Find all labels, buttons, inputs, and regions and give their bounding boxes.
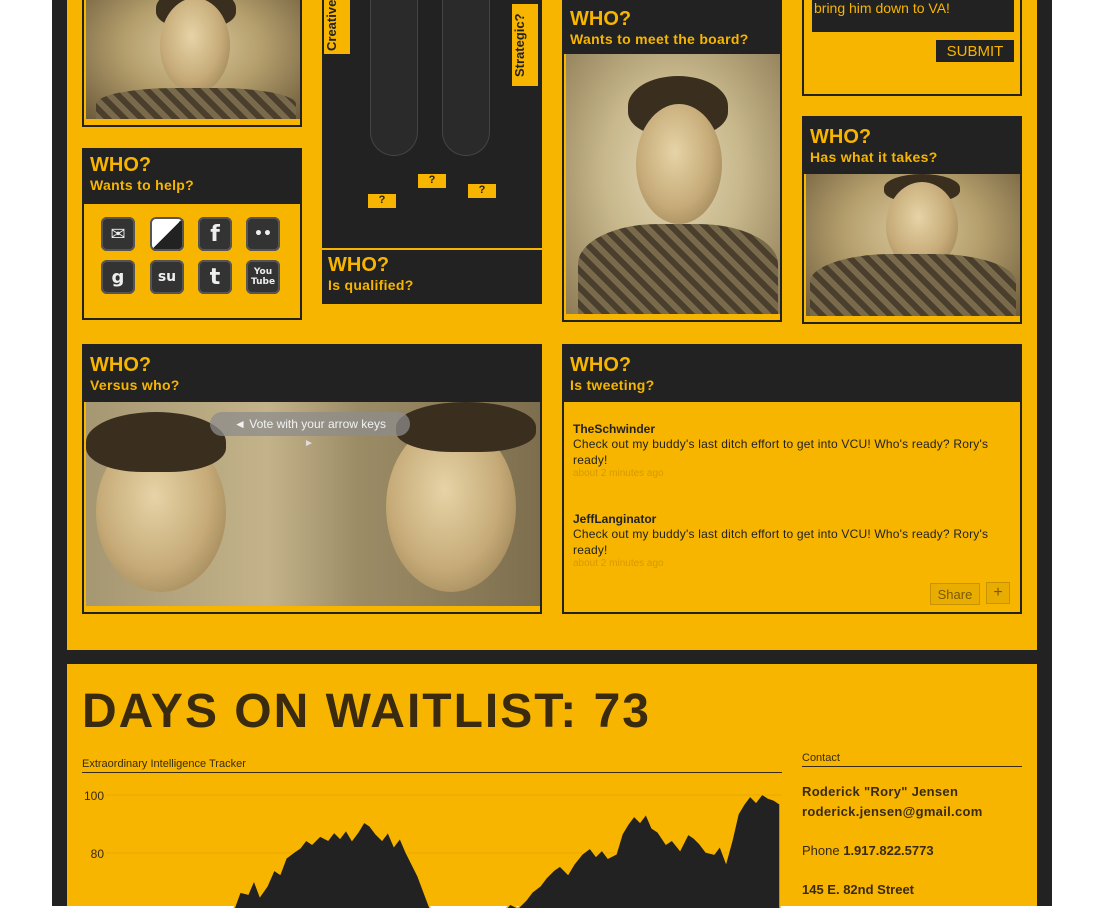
waitlist-title: DAYS ON WAITLIST: 73 (82, 685, 651, 738)
contact-phone-label: Phone (802, 843, 840, 858)
takes-header: WHO? Has what it takes? (804, 118, 1020, 174)
submit-box: bring him down to VA! SUBMIT (802, 0, 1022, 96)
takes-photo (806, 174, 1020, 316)
tweeting-who: WHO? (570, 354, 632, 376)
versus-subtitle: Versus who? (90, 377, 180, 393)
tweet-user[interactable]: JeffLanginator (573, 512, 993, 526)
contact-name: Roderick "Rory" Jensen (802, 784, 959, 799)
stumbleupon-icon[interactable]: su (150, 260, 184, 294)
tweet-time[interactable]: about 2 minutes ago (573, 468, 993, 479)
help-header: WHO? Wants to help? (84, 150, 300, 204)
profile-photo (86, 0, 300, 119)
tweet-text: Check out my buddy's last ditch effort t… (573, 527, 989, 557)
strategic-label: Strategic? (512, 4, 538, 86)
facebook-icon[interactable]: f (198, 217, 232, 251)
q-tag-1: ? (368, 194, 396, 208)
takes-box: WHO? Has what it takes? (802, 116, 1022, 324)
tweeting-subtitle: Is tweeting? (570, 377, 655, 393)
help-subtitle: Wants to help? (90, 177, 195, 193)
share-button[interactable]: Share (930, 583, 980, 605)
vote-arrow-right[interactable]: ► (304, 438, 314, 449)
contact-phone-row: Phone 1.917.822.5773 (802, 843, 934, 858)
pill-bar-right (442, 0, 490, 156)
board-photo (566, 54, 780, 314)
contact-address: 145 E. 82nd Street (802, 882, 914, 897)
vote-hint-pill[interactable]: ◄ Vote with your arrow keys (210, 412, 410, 436)
contact-phone: 1.917.822.5773 (843, 843, 934, 858)
tweet-item: JeffLanginator Check out my buddy's last… (573, 512, 993, 569)
tweet-user[interactable]: TheSchwinder (573, 422, 993, 436)
flickr-icon[interactable]: •• (246, 217, 280, 251)
takes-subtitle: Has what it takes? (810, 149, 938, 165)
help-who: WHO? (90, 154, 152, 176)
creative-label: Creative (324, 0, 350, 54)
qualified-who: WHO? (328, 254, 390, 276)
tracker-rule (82, 772, 782, 773)
qualified-subtitle: Is qualified? (328, 277, 414, 293)
delicious-icon[interactable] (150, 217, 184, 251)
board-who: WHO? (570, 8, 632, 30)
tweet-item: TheSchwinder Check out my buddy's last d… (573, 422, 993, 479)
profile-photo-box (82, 0, 302, 127)
contact-email[interactable]: roderick.jensen@gmail.com (802, 804, 983, 819)
takes-who: WHO? (810, 126, 872, 148)
q-tag-3: ? (468, 184, 496, 198)
youtube-icon[interactable]: You Tube (246, 260, 280, 294)
versus-header: WHO? Versus who? (84, 346, 540, 402)
submit-button[interactable]: SUBMIT (936, 40, 1014, 62)
qualified-header: WHO? Is qualified? (322, 250, 542, 304)
face (160, 0, 230, 93)
tweeting-box: WHO? Is tweeting? TheSchwinder Check out… (562, 344, 1022, 614)
qualified-box: Creative Strategic? ? ? ? WHO? Is qualif… (322, 0, 542, 304)
twitter-icon[interactable]: t (198, 260, 232, 294)
q-tag-2: ? (418, 174, 446, 188)
versus-who: WHO? (90, 354, 152, 376)
message-textarea[interactable]: bring him down to VA! (812, 0, 1014, 32)
tweet-text: Check out my buddy's last ditch effort t… (573, 437, 989, 467)
pill-bar-left (370, 0, 418, 156)
contact-heading: Contact (802, 752, 840, 764)
plus-button[interactable]: + (986, 582, 1010, 604)
tick-80: 80 (91, 847, 105, 861)
tracker-area (233, 792, 781, 908)
tweet-time[interactable]: about 2 minutes ago (573, 558, 993, 569)
board-header: WHO? Wants to meet the board? (564, 0, 780, 54)
intelligence-chart: 100 80 (84, 789, 782, 908)
board-box: WHO? Wants to meet the board? (562, 0, 782, 322)
contact-rule (802, 766, 1022, 767)
tick-100: 100 (84, 789, 104, 803)
tracker-label: Extraordinary Intelligence Tracker (82, 758, 246, 770)
versus-box: WHO? Versus who? ◄ Vote with your arrow … (82, 344, 542, 614)
board-subtitle: Wants to meet the board? (570, 31, 749, 47)
help-box: WHO? Wants to help? ✉ f •• g su t You Tu… (82, 148, 302, 320)
email-icon[interactable]: ✉ (101, 217, 135, 251)
face (636, 104, 722, 224)
tweeting-header: WHO? Is tweeting? (564, 346, 1020, 402)
google-icon[interactable]: g (101, 260, 135, 294)
